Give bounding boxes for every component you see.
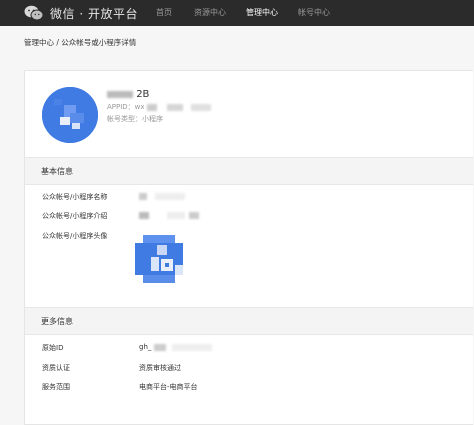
more-info-header: 更多信息 — [25, 307, 473, 335]
redacted-block — [191, 103, 212, 111]
service-scope-value: 电商平台-电商平台 — [139, 383, 198, 391]
original-id-value: gh_ — [139, 343, 212, 351]
redacted-block — [167, 211, 186, 219]
nav-resource-center[interactable]: 资源中心 — [194, 0, 226, 26]
account-avatar-image — [135, 235, 183, 283]
redacted-block — [155, 192, 186, 200]
wechat-open-platform-logo[interactable]: 微信 · 开放平台 — [24, 4, 138, 22]
name-label: 公众帐号/小程序名称 — [42, 193, 108, 201]
nav-home[interactable]: 首页 — [156, 0, 172, 26]
redacted-block — [107, 90, 133, 98]
avatar-label: 公众帐号/小程序头像 — [42, 232, 108, 240]
redacted-block — [167, 103, 184, 111]
wechat-icon — [24, 5, 44, 21]
brand-title: 微信 · 开放平台 — [50, 6, 138, 21]
original-id-label: 原始ID — [42, 344, 64, 352]
account-name: 2B — [107, 89, 149, 100]
nav-account-center[interactable]: 帐号中心 — [298, 0, 330, 26]
redacted-block — [139, 211, 149, 219]
nav-management-center[interactable]: 管理中心 — [246, 0, 278, 26]
service-scope-label: 服务范围 — [42, 383, 70, 391]
redacted-block — [139, 192, 147, 200]
account-appid: APPID：wx — [107, 102, 212, 112]
redacted-block — [153, 343, 166, 351]
basic-info-title: 基本信息 — [41, 167, 73, 176]
breadcrumb: 管理中心 / 公众帐号或小程序详情 — [24, 38, 137, 47]
top-nav-bar: 微信 · 开放平台 首页 资源中心 管理中心 帐号中心 — [0, 0, 474, 26]
account-avatar — [42, 87, 98, 143]
name-value — [139, 192, 186, 200]
qualification-value: 资质审核通过 — [139, 364, 181, 372]
redacted-block — [146, 103, 157, 111]
redacted-block — [171, 343, 212, 351]
account-detail-card: 2B APPID：wx 帐号类型：小程序 基本信息 公众帐号/小程序名称 公众帐… — [24, 70, 473, 425]
intro-value — [139, 211, 200, 219]
redacted-block — [189, 211, 200, 219]
more-info-title: 更多信息 — [41, 317, 73, 326]
qualification-label: 资质认证 — [42, 364, 70, 372]
intro-label: 公众帐号/小程序介绍 — [42, 212, 108, 220]
account-type: 帐号类型：小程序 — [107, 115, 163, 123]
basic-info-header: 基本信息 — [25, 157, 473, 185]
